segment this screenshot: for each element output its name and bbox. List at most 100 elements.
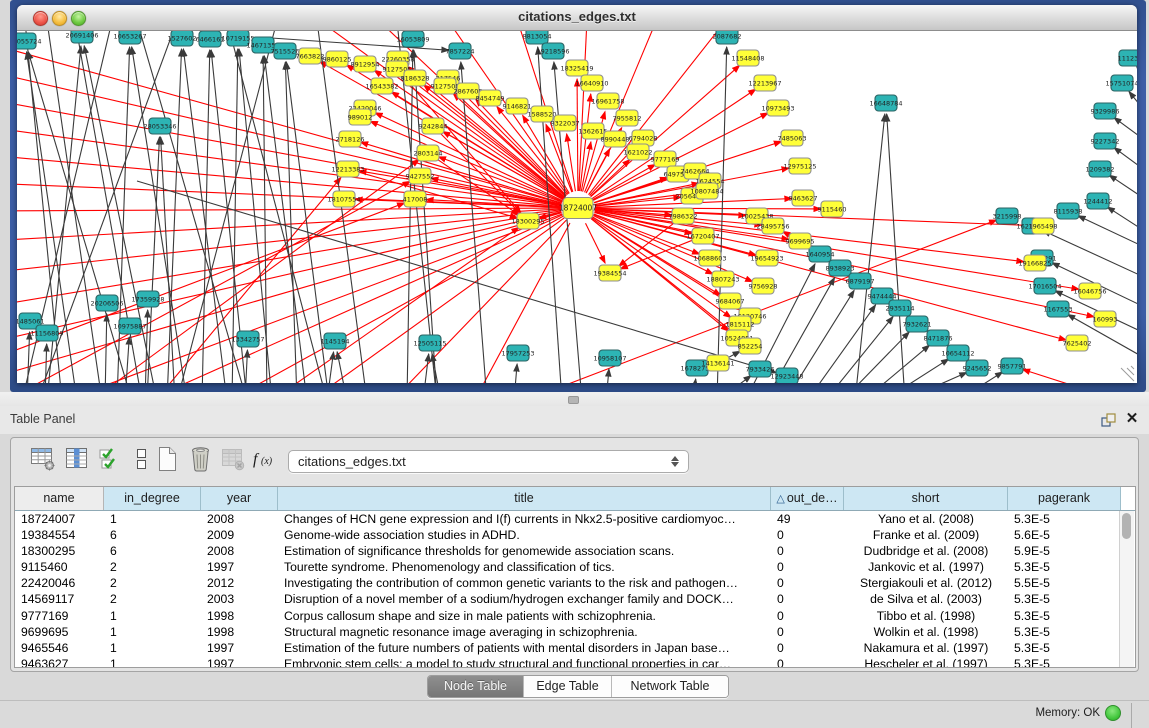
graph-edge[interactable] [595,208,821,209]
column-header-in_degree[interactable]: in_degree [104,487,201,510]
graph-node-label: 989012 [348,113,373,121]
graph-edge[interactable] [842,332,909,383]
graph-edge[interactable] [17,208,561,211]
table-row[interactable]: 1830029562008Estimation of significance … [15,543,1135,559]
graph-edge[interactable] [147,137,159,383]
cell-in_degree: 1 [104,656,201,668]
scrollbar-thumb[interactable] [1122,513,1131,539]
delete-table-button[interactable] [218,447,248,475]
graph-edge[interactable] [105,314,107,383]
network-window-titlebar[interactable]: citations_edges.txt [17,5,1137,31]
cell-short: Stergiakouli et al. (2012) [844,575,1008,591]
graph-edge[interactable] [595,209,1032,226]
vertical-scrollbar[interactable] [1119,511,1134,668]
graph-node-label: 1485061 [17,317,44,325]
graph-edge[interactable] [264,56,307,383]
resize-grip-icon[interactable] [1127,368,1134,375]
column-header-short[interactable]: short [844,487,1008,510]
cell-year: 2012 [201,575,278,591]
graph-edge[interactable] [883,359,949,383]
graph-edge[interactable] [586,223,606,263]
graph-edge[interactable] [855,114,885,383]
table-row[interactable]: 946554611997Estimation of the future num… [15,640,1135,656]
column-header-name[interactable]: name [15,487,104,510]
graph-edge[interactable] [285,62,297,383]
graph-edge[interactable] [202,50,210,383]
select-all-button[interactable] [96,447,126,475]
graph-edge[interactable] [1129,92,1137,126]
resize-grip-icon[interactable] [1131,366,1134,369]
graph-node-label: 18807243 [706,275,739,283]
graph-node-label: 13342757 [231,335,264,343]
graph-edge[interactable] [594,212,1066,340]
graph-edge[interactable] [327,352,334,383]
graph-edge[interactable] [337,352,347,383]
graph-edge[interactable] [183,49,227,383]
cell-out_de: 0 [771,624,844,640]
graph-edge[interactable] [1109,175,1137,207]
graph-edge[interactable] [1078,216,1137,253]
close-window-button[interactable] [33,11,48,26]
cell-title: Estimation of the future numbers of pati… [278,640,771,656]
graph-edge[interactable] [1043,231,1137,283]
graph-edge[interactable] [728,351,741,358]
table-row[interactable]: 977716911998Corpus callosum shape and si… [15,608,1135,624]
table-mode-button[interactable] [28,447,58,475]
split-pane-divider[interactable] [0,392,1149,406]
graph-edge[interactable] [147,177,341,383]
column-header-out_de[interactable]: △out_de… [771,487,844,510]
table-row[interactable]: 1938455462009Genome-wide association stu… [15,527,1135,543]
graph-edge[interactable] [902,372,967,383]
network-window[interactable]: citations_edges.txt 14055724206914061065… [17,5,1137,383]
graph-edge[interactable] [167,49,182,383]
cell-pagerank: 5.3E-5 [1008,640,1121,656]
graph-edge[interactable] [606,369,609,383]
table-select-dropdown[interactable]: citations_edges.txt [288,450,689,473]
table-row[interactable]: 946362711997Embryonic stem cells: a mode… [15,656,1135,668]
resize-grip-icon[interactable] [1121,368,1134,381]
splitter-handle[interactable] [568,396,579,404]
table-row[interactable]: 1456911722003Disruption of a novel membe… [15,591,1135,607]
graph-edge[interactable] [1022,369,1137,383]
graph-edge[interactable] [693,379,696,383]
graph-edge[interactable] [17,212,561,343]
close-panel-icon[interactable]: ✕ [1124,410,1140,428]
graph-node-label: 111232 [1118,54,1137,62]
table-select-value: citations_edges.txt [298,454,406,469]
delete-column-button[interactable] [185,447,215,475]
graph-edge[interactable] [407,50,413,383]
table-row[interactable]: 911546021997Tourette syndrome. Phenomeno… [15,559,1135,575]
zoom-window-button[interactable] [71,11,86,26]
network-graph-canvas[interactable]: 1405572420691406106532671527602646616110… [17,31,1137,383]
tab-edge-table[interactable]: Edge Table [523,676,611,697]
node-table[interactable]: namein_degreeyeartitle△out_de…shortpager… [14,486,1136,668]
graph-edge[interactable] [17,210,561,273]
column-header-pagerank[interactable]: pagerank [1008,487,1121,510]
graph-edge[interactable] [514,364,517,383]
graph-edge[interactable] [1107,207,1137,239]
graph-edge[interactable] [717,376,751,383]
new-column-button[interactable] [152,447,182,475]
table-row[interactable]: 2242004622012Investigating the contribut… [15,575,1135,591]
graph-edge[interactable] [17,183,561,207]
tab-network-table[interactable]: Network Table [611,676,728,697]
show-columns-button[interactable] [62,447,92,475]
function-builder-button[interactable]: f(x) [251,447,281,475]
graph-edge[interactable] [887,114,905,383]
graph-edge[interactable] [245,350,247,383]
graph-node-label: 12923448 [770,372,803,380]
graph-node-label: 18724007 [559,203,597,212]
cell-name: 9699695 [15,624,104,640]
table-row[interactable]: 1872400712008Changes of HCN gene express… [15,511,1135,527]
table-row[interactable]: 969969511998Structural magnetic resonanc… [15,624,1135,640]
memory-status-icon[interactable] [1105,705,1121,721]
tab-node-table[interactable]: Node Table [428,676,523,697]
graph-node-label: 11156809 [30,329,63,337]
graph-edge[interactable] [1114,147,1137,179]
graph-edge[interactable] [825,317,893,383]
graph-edge[interactable] [807,305,876,383]
float-panel-icon[interactable] [1101,412,1117,428]
minimize-window-button[interactable] [52,11,67,26]
column-header-year[interactable]: year [201,487,278,510]
column-header-title[interactable]: title [278,487,771,510]
